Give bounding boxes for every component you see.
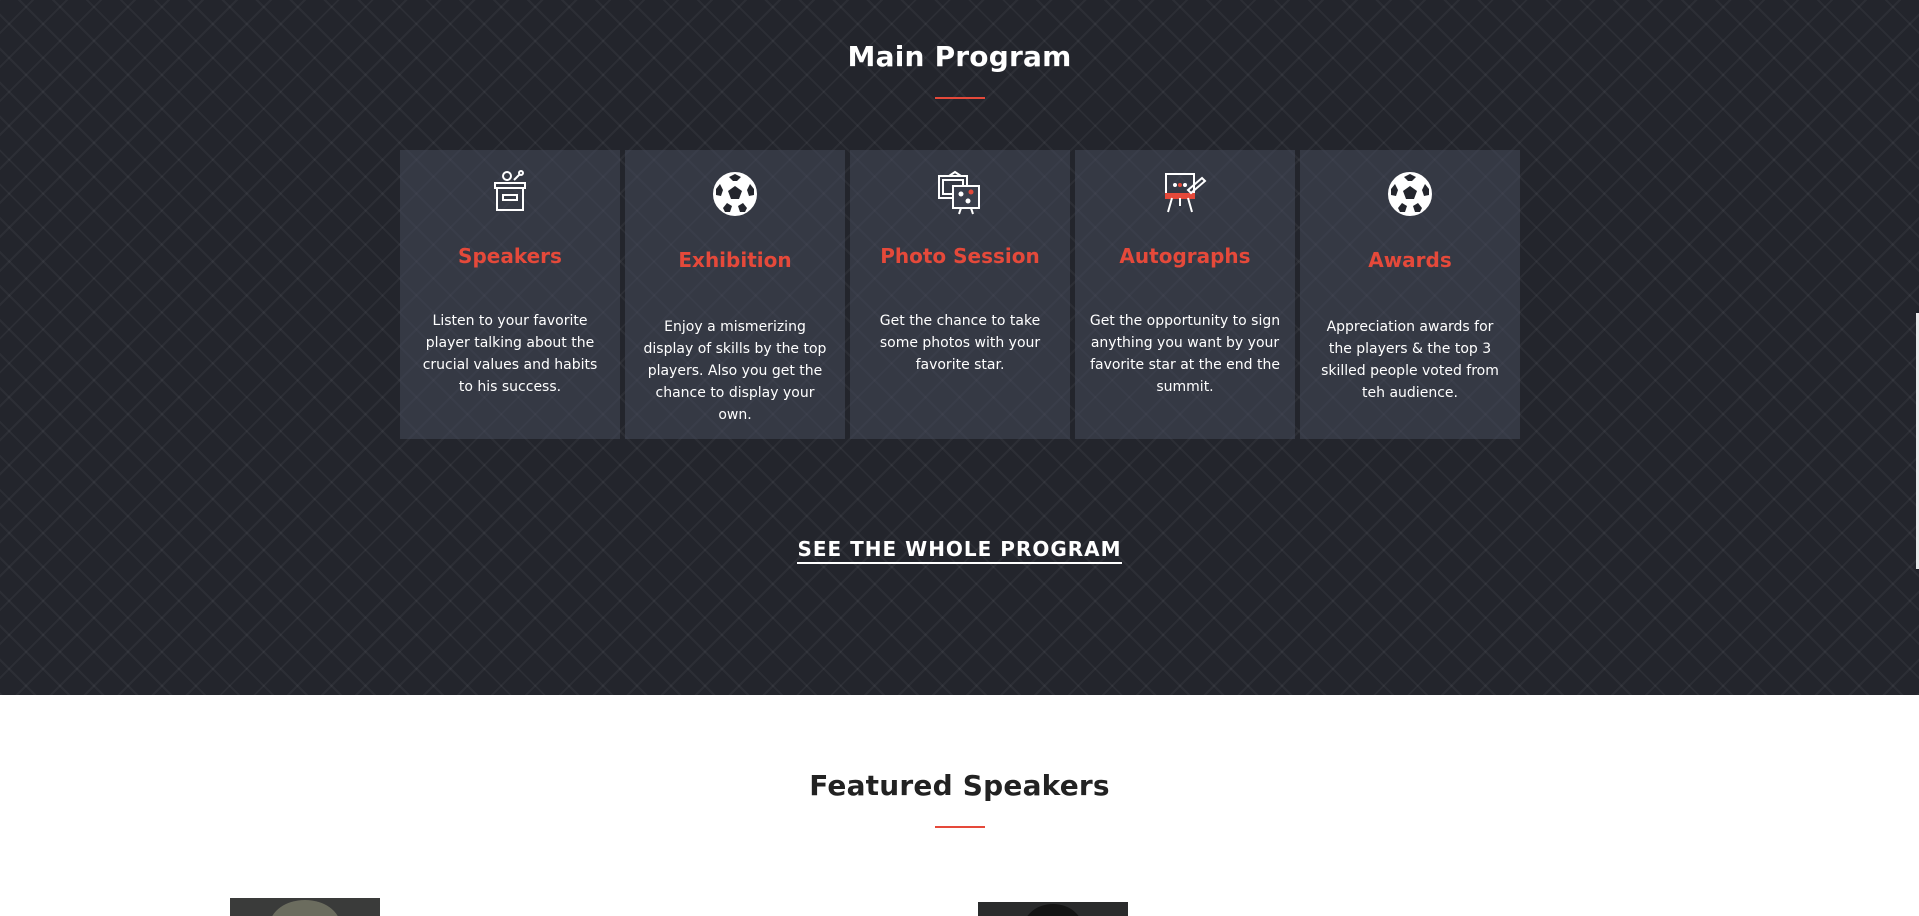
card-description: Get the chance to take some photos with … (879, 313, 1041, 373)
section-title: Featured Speakers (809, 769, 1110, 802)
program-card-speakers: Speakers Listen to your favorite player … (400, 150, 620, 439)
program-card-awards: Awards Appreciation awards for the playe… (1300, 150, 1520, 439)
card-title: Autographs (1119, 244, 1251, 268)
soccer-ball-icon (1300, 170, 1520, 220)
main-program-section: Main Program Speakers Listen to your fav… (0, 0, 1919, 695)
speaker-photo[interactable] (978, 902, 1128, 916)
photo-frames-icon (850, 170, 1070, 220)
card-description: Appreciation awards for the players & th… (1321, 319, 1499, 401)
card-title: Awards (1368, 248, 1452, 272)
program-card-photo-session: Photo Session Get the chance to take som… (850, 150, 1070, 439)
card-title: Photo Session (880, 244, 1040, 268)
card-description: Listen to your favorite player talking a… (422, 313, 598, 395)
card-title: Speakers (458, 244, 562, 268)
card-description: Enjoy a mismerizing display of skills by… (643, 319, 827, 423)
section-title: Main Program (847, 40, 1072, 73)
card-title: Exhibition (678, 248, 792, 272)
program-cards: Speakers Listen to your favorite player … (400, 150, 1520, 439)
see-whole-program-link[interactable]: SEE THE WHOLE PROGRAM (797, 537, 1122, 564)
podium-speaker-icon (400, 170, 620, 220)
card-description: Get the opportunity to sign anything you… (1089, 313, 1281, 395)
program-card-autographs: Autographs Get the opportunity to sign a… (1075, 150, 1295, 439)
easel-pen-icon (1075, 170, 1295, 220)
speaker-photo[interactable] (230, 898, 380, 916)
title-underline (935, 97, 985, 99)
cta-container: SEE THE WHOLE PROGRAM (0, 537, 1919, 564)
program-card-exhibition: Exhibition Enjoy a mismerizing display o… (625, 150, 845, 439)
title-underline (935, 826, 985, 828)
soccer-ball-icon (625, 170, 845, 220)
